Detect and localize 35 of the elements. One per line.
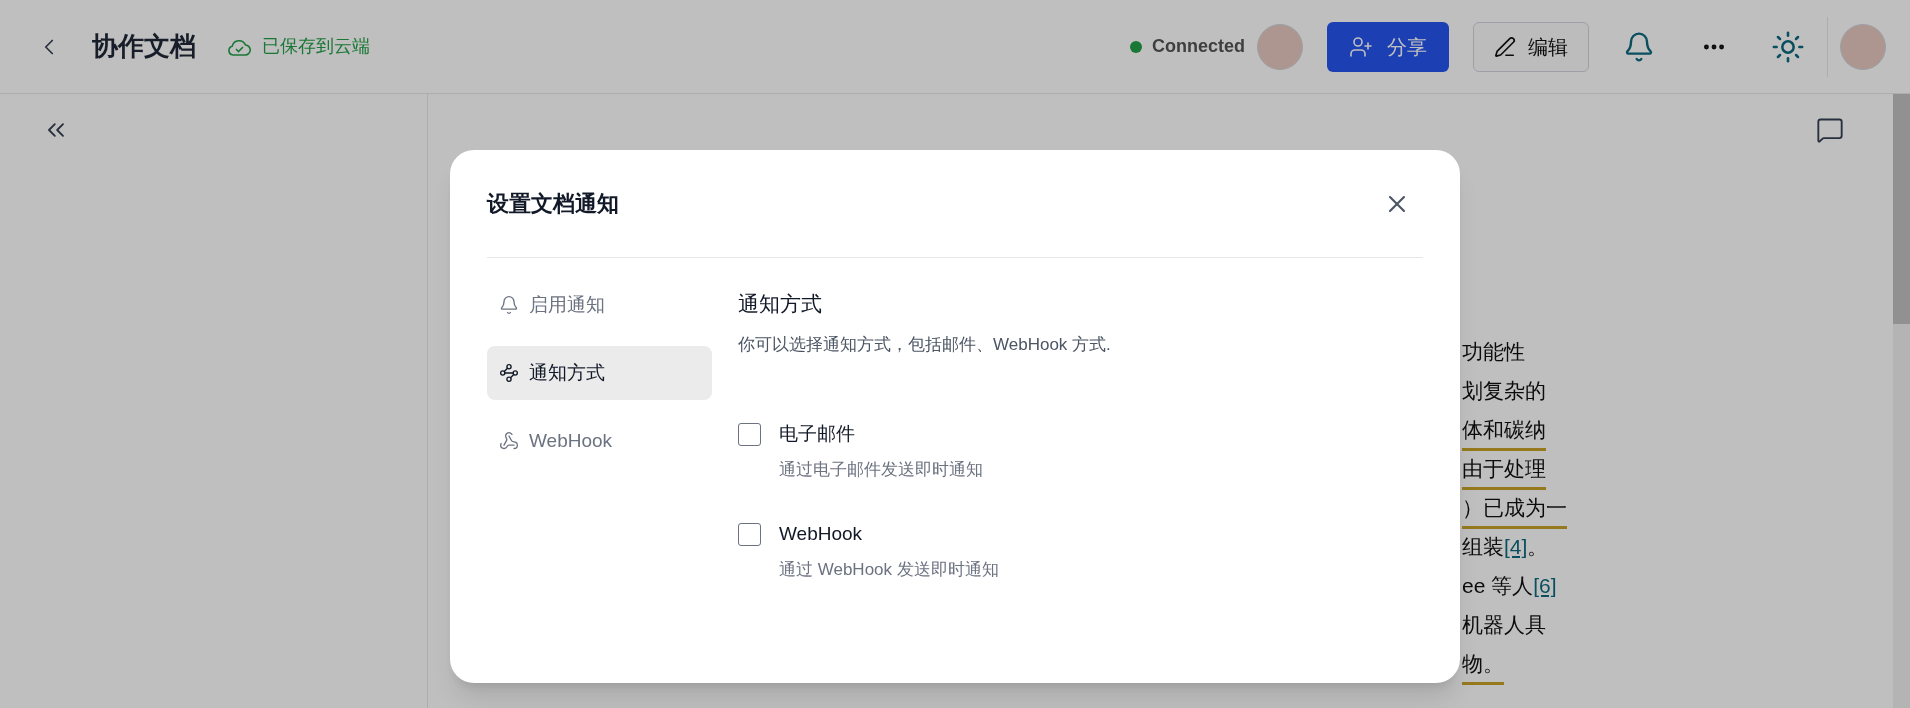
dialog-nav-item[interactable]: 通知方式 [487, 346, 712, 400]
save-status: 已保存到云端 [262, 35, 370, 58]
option-label: WebHook [779, 521, 864, 546]
document-line: 划复杂的 [1462, 378, 1546, 404]
share-button[interactable]: 分享 [1327, 21, 1449, 72]
user-plus-icon [1349, 34, 1373, 59]
section-description: 你可以选择通知方式，包括邮件、WebHook 方式. [738, 333, 1111, 356]
bell-icon [499, 295, 519, 315]
section-title: 通知方式 [738, 291, 823, 317]
document-line: 功能性 [1462, 339, 1525, 365]
option-label: 电子邮件 [779, 422, 856, 446]
document-line: 机器人具 [1462, 612, 1546, 638]
edit-button[interactable]: 编辑 [1473, 21, 1589, 72]
avatar [1257, 23, 1303, 70]
checkbox[interactable] [738, 522, 761, 546]
waypoints-icon [499, 363, 519, 383]
webhook-icon [499, 431, 519, 451]
document-title: 协作文档 [92, 30, 196, 63]
option-description: 通过电子邮件发送即时通知 [779, 459, 983, 481]
checkbox[interactable] [738, 423, 761, 446]
dialog-nav-item[interactable]: WebHook [487, 414, 712, 468]
option-description: 通过 WebHook 发送即时通知 [779, 558, 999, 581]
notification-bell-icon[interactable] [1623, 30, 1655, 63]
sun-icon[interactable] [1771, 29, 1805, 64]
scrollbar-thumb[interactable] [1893, 94, 1910, 324]
document-line: ee 等人[6] [1462, 573, 1557, 599]
pencil-icon [1494, 35, 1516, 58]
dialog-title: 设置文档通知 [487, 190, 619, 218]
avatar [1840, 23, 1886, 70]
connection-status: Connected [1152, 35, 1245, 58]
document-line: 组装[4]。 [1462, 534, 1549, 560]
citation-link[interactable]: [6] [1533, 574, 1557, 597]
comment-icon[interactable] [1816, 116, 1844, 144]
citation-link[interactable]: [4] [1504, 535, 1528, 558]
dialog-nav-item[interactable]: 启用通知 [487, 278, 712, 332]
